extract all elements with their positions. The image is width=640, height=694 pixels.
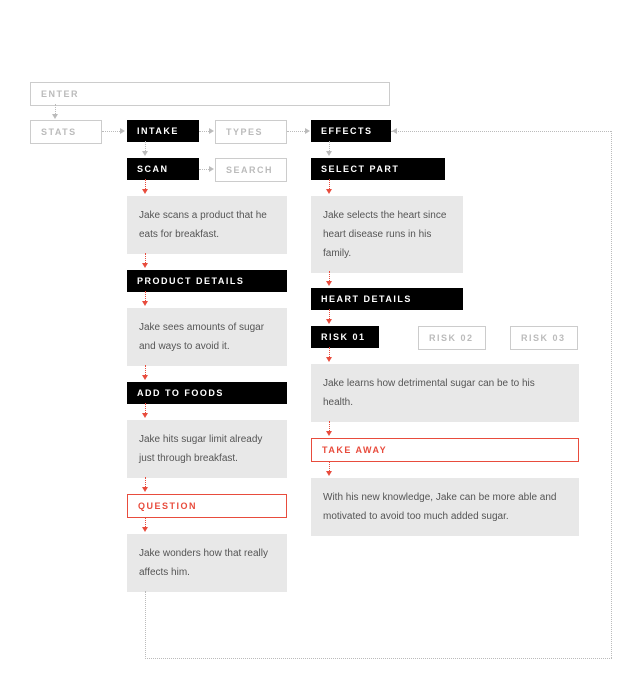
- conn: [145, 591, 146, 645]
- node-take-away: TAKE AWAY: [311, 438, 579, 462]
- arrow: [142, 263, 148, 268]
- arrow: [142, 527, 148, 532]
- desc-question: Jake wonders how that really affects him…: [127, 534, 287, 592]
- node-risk01: RISK 01: [311, 326, 379, 348]
- arrow: [326, 431, 332, 436]
- arrow: [326, 319, 332, 324]
- desc-select: Jake selects the heart since heart disea…: [311, 196, 463, 273]
- arrow: [142, 189, 148, 194]
- node-scan: SCAN: [127, 158, 199, 180]
- desc-risk: Jake learns how detrimental sugar can be…: [311, 364, 579, 422]
- arrow: [142, 487, 148, 492]
- arrow: [326, 357, 332, 362]
- node-select-part: SELECT PART: [311, 158, 445, 180]
- arrow: [326, 151, 332, 156]
- arrow: [52, 114, 58, 119]
- arrow: [209, 128, 214, 134]
- arrow: [326, 281, 332, 286]
- arrow: [326, 189, 332, 194]
- conn: [287, 131, 307, 132]
- desc-product: Jake sees amounts of sugar and ways to a…: [127, 308, 287, 366]
- node-question: QUESTION: [127, 494, 287, 518]
- desc-add: Jake hits sugar limit already just throu…: [127, 420, 287, 478]
- node-product-details: PRODUCT DETAILS: [127, 270, 287, 292]
- arrow: [305, 128, 310, 134]
- conn: [611, 131, 612, 658]
- conn: [391, 131, 611, 132]
- conn: [145, 658, 612, 659]
- arrow: [209, 166, 214, 172]
- arrow: [142, 151, 148, 156]
- node-heart-details: HEART DETAILS: [311, 288, 463, 310]
- arrow: [326, 471, 332, 476]
- desc-scan: Jake scans a product that he eats for br…: [127, 196, 287, 254]
- node-risk03: RISK 03: [510, 326, 578, 350]
- node-types: TYPES: [215, 120, 287, 144]
- node-risk02: RISK 02: [418, 326, 486, 350]
- conn: [145, 644, 146, 659]
- arrow: [120, 128, 125, 134]
- arrow: [142, 413, 148, 418]
- node-intake: INTAKE: [127, 120, 199, 142]
- node-add-to-foods: ADD TO FOODS: [127, 382, 287, 404]
- node-search: SEARCH: [215, 158, 287, 182]
- desc-take: With his new knowledge, Jake can be more…: [311, 478, 579, 536]
- node-enter: ENTER: [30, 82, 390, 106]
- arrow: [142, 375, 148, 380]
- node-effects: EFFECTS: [311, 120, 391, 142]
- node-stats: STATS: [30, 120, 102, 144]
- conn: [102, 131, 122, 132]
- arrow: [142, 301, 148, 306]
- arrow: [392, 128, 397, 134]
